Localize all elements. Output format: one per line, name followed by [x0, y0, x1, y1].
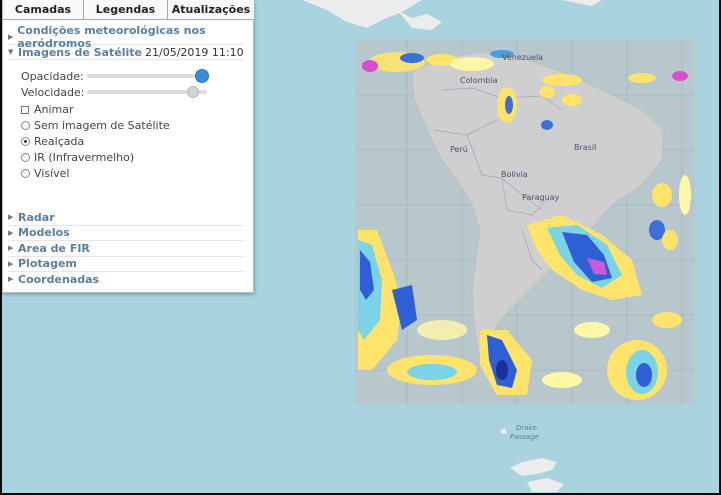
radio-none[interactable] [21, 121, 30, 130]
map-label-colombia: Colombia [460, 76, 498, 85]
radio-ir[interactable] [21, 153, 30, 162]
caret-down-icon: ▼ [8, 48, 14, 56]
speed-slider-handle[interactable] [187, 86, 199, 98]
map-label-brasil: Brasil [574, 143, 597, 152]
animate-row[interactable]: Animar [21, 103, 74, 116]
caret-right-icon: ▶ [8, 33, 14, 41]
map-label-bolivia: Bolivia [501, 170, 528, 179]
option-visivel[interactable]: Visível [21, 167, 69, 180]
caret-right-icon: ▶ [8, 228, 14, 237]
option-ir[interactable]: IR (Infravermelho) [21, 151, 134, 164]
section-fir[interactable]: ▶ Area de FIR [3, 241, 253, 256]
opacity-slider[interactable] [87, 74, 201, 78]
caret-right-icon: ▶ [8, 259, 14, 268]
section-radar[interactable]: ▶ Radar [3, 210, 253, 225]
divider [8, 59, 243, 60]
option-none[interactable]: Sem imagem de Satélite [21, 119, 170, 132]
map-label-peru: Perú [450, 145, 468, 154]
opacity-slider-handle[interactable] [195, 69, 209, 83]
opacity-row: Opacidade: [21, 70, 84, 83]
option-realcada[interactable]: Realçada [21, 135, 84, 148]
section-aerodromos[interactable]: ▶ Condições meteorológicas nos aeródromo… [3, 24, 253, 50]
section-satellite[interactable]: ▼ Imagens de Satélite 21/05/2019 11:10 [3, 45, 253, 59]
opacity-label: Opacidade: [21, 70, 84, 83]
speed-row: Velocidade: [21, 86, 85, 99]
panel-tabs: Camadas Legendas Atualizações [3, 0, 254, 20]
caret-right-icon: ▶ [8, 275, 14, 284]
satellite-timestamp: 21/05/2019 11:10 [145, 45, 244, 59]
animate-label: Animar [34, 103, 74, 116]
section-modelos[interactable]: ▶ Modelos [3, 226, 253, 241]
layers-panel: Camadas Legendas Atualizações ▶ Condiçõe… [2, 0, 254, 293]
caret-right-icon: ▶ [8, 244, 14, 253]
lower-sections: ▶ Radar ▶ Modelos ▶ Area de FIR ▶ Plotagem ▶… [3, 210, 253, 287]
speed-label: Velocidade: [21, 86, 85, 99]
radio-realcada[interactable] [21, 137, 30, 146]
tab-camadas[interactable]: Camadas [3, 0, 84, 19]
satellite-overlay [355, 40, 695, 405]
map-label-paraguay: Paraguay [522, 193, 560, 202]
map-label-drake: Drake [516, 424, 537, 432]
section-plotagem[interactable]: ▶ Plotagem [3, 257, 253, 272]
tab-atualizacoes[interactable]: Atualizações [168, 0, 254, 19]
animate-checkbox[interactable] [21, 105, 29, 114]
section-coordenadas[interactable]: ▶ Coordenadas [3, 272, 253, 287]
map-label-passage: Passage [510, 433, 539, 441]
radio-visivel[interactable] [21, 169, 30, 178]
caret-right-icon: ▶ [8, 213, 14, 222]
tab-legendas[interactable]: Legendas [84, 0, 168, 19]
map-label-venezuela: Venezuela [502, 53, 544, 62]
